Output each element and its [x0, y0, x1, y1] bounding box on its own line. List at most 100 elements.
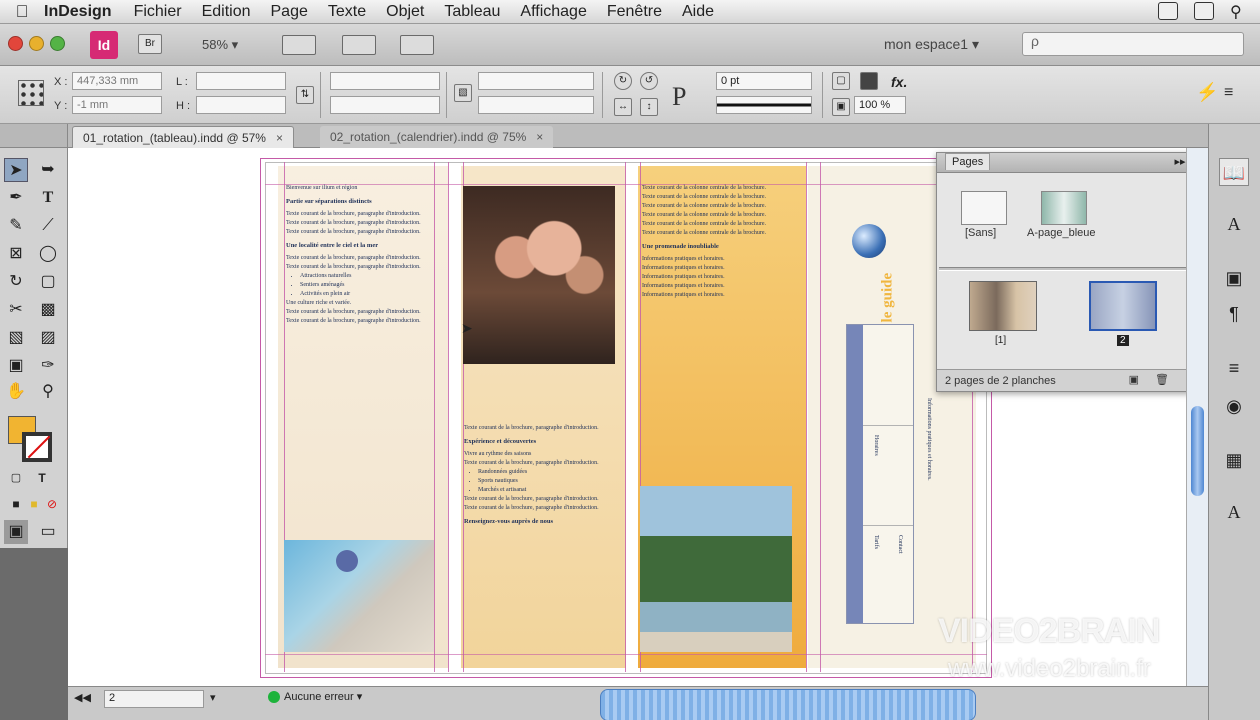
close-icon[interactable]: ×: [536, 130, 543, 144]
tab-01-rotation-tableau[interactable]: 01_rotation_(tableau).indd @ 57% ×: [72, 126, 294, 148]
menu-aide[interactable]: Aide: [682, 3, 714, 21]
column-3-text[interactable]: Texte courant de la colonne centrale de …: [642, 184, 790, 300]
display-icon[interactable]: [1194, 2, 1214, 20]
workspace-switcher[interactable]: mon espace1 ▾: [884, 36, 979, 53]
screen-mode-button[interactable]: [342, 35, 376, 55]
vertical-scroll-thumb[interactable]: [1191, 406, 1204, 496]
menu-objet[interactable]: Objet: [386, 3, 424, 21]
map-image[interactable]: [284, 540, 434, 652]
drop-shadow-icon[interactable]: [860, 72, 878, 90]
normal-view-mode-icon[interactable]: ▣: [4, 520, 28, 544]
rotate-tool-icon[interactable]: ↻: [4, 270, 28, 294]
x-position-field[interactable]: 447,333 mm: [72, 72, 162, 90]
stroke-type-dropdown[interactable]: [716, 96, 812, 114]
type-tool-icon[interactable]: T: [36, 186, 60, 210]
note-tool-icon[interactable]: ▣: [4, 354, 28, 378]
arrange-documents-button[interactable]: [400, 35, 434, 55]
formatting-container-icon[interactable]: ▢: [4, 466, 28, 490]
gradient-feather-tool-icon[interactable]: ▨: [36, 326, 60, 350]
zoom-window-button[interactable]: [50, 36, 65, 51]
constrain-scale-icon[interactable]: ▧: [454, 84, 472, 102]
masters-divider[interactable]: [939, 267, 1189, 271]
reference-point-icon[interactable]: [18, 80, 44, 106]
group-photo-image[interactable]: [463, 186, 615, 364]
tab-02-rotation-calendrier[interactable]: 02_rotation_(calendrier).indd @ 75% ×: [320, 126, 554, 148]
master-a-page-bleue-thumbnail[interactable]: [1041, 191, 1087, 225]
flip-horizontal-icon[interactable]: ↔: [614, 98, 632, 116]
vertical-scrollbar[interactable]: [1186, 148, 1208, 686]
pages-panel-icon[interactable]: 📖: [1219, 158, 1249, 186]
direct-selection-tool-icon[interactable]: ➥: [36, 158, 60, 182]
column-1-text[interactable]: Bienvenue sur ilium et région Partie sur…: [286, 184, 434, 326]
bridge-icon[interactable]: Br: [138, 34, 162, 54]
rotate-counterclockwise-icon[interactable]: ↺: [640, 72, 658, 90]
hand-tool-icon[interactable]: ✋: [4, 380, 28, 404]
flip-vertical-icon[interactable]: ↕: [640, 98, 658, 116]
stroke-swatch[interactable]: [22, 432, 52, 462]
search-field[interactable]: ρ: [1022, 32, 1244, 56]
text-wrap-panel-icon[interactable]: A: [1219, 498, 1249, 526]
minimize-window-button[interactable]: [29, 36, 44, 51]
stroke-panel-icon[interactable]: ≡: [1219, 354, 1249, 382]
ellipse-tool-icon[interactable]: ◯: [36, 242, 60, 266]
info-table[interactable]: Horaires Tarifs Contact: [846, 324, 914, 624]
shear-angle-field[interactable]: [478, 96, 594, 114]
constrain-proportions-icon[interactable]: ⇅: [296, 86, 314, 104]
preview-mode-icon[interactable]: ▭: [36, 520, 60, 544]
window-icon[interactable]: [1158, 2, 1178, 20]
master-none-thumbnail[interactable]: [961, 191, 1007, 225]
select-container-icon[interactable]: ▢: [832, 72, 850, 90]
y-position-field[interactable]: -1 mm: [72, 96, 162, 114]
scale-x-field[interactable]: [330, 72, 440, 90]
menu-edition[interactable]: Edition: [202, 3, 251, 21]
page-dropdown-icon[interactable]: ▾: [210, 691, 216, 704]
pages-panel-tab[interactable]: Pages: [945, 153, 991, 170]
pen-tool-icon[interactable]: ✒: [4, 186, 28, 210]
rotate-clockwise-icon[interactable]: ↻: [614, 72, 632, 90]
scissors-tool-icon[interactable]: ✂: [4, 298, 28, 322]
rotation-angle-field[interactable]: [478, 72, 594, 90]
zoom-level-dropdown[interactable]: 58% ▾: [202, 37, 238, 53]
line-tool-icon[interactable]: ⟋: [36, 214, 60, 238]
swatches-panel-icon[interactable]: ◉: [1219, 392, 1249, 420]
first-page-icon[interactable]: ◀◀: [74, 691, 91, 704]
page-number-field[interactable]: 2: [104, 690, 204, 708]
paragraph-panel-icon[interactable]: ¶: [1219, 300, 1249, 328]
width-field[interactable]: [196, 72, 286, 90]
spread-1-thumbnail[interactable]: [969, 281, 1037, 331]
vertical-text-block[interactable]: Informations pratiques et horaires.: [926, 398, 932, 598]
menu-page[interactable]: Page: [271, 3, 308, 21]
selection-tool-icon[interactable]: ➤: [4, 158, 28, 182]
lightning-icon[interactable]: ⚡: [1196, 82, 1218, 103]
gradient-tool-icon[interactable]: ▧: [4, 326, 28, 350]
close-icon[interactable]: ×: [276, 131, 283, 145]
menu-affichage[interactable]: Affichage: [520, 3, 586, 21]
delete-page-icon[interactable]: 🗑: [1155, 373, 1169, 386]
menu-texte[interactable]: Texte: [328, 3, 366, 21]
menu-fenetre[interactable]: Fenêtre: [607, 3, 662, 21]
character-panel-icon[interactable]: A: [1219, 210, 1249, 238]
apply-none-icon[interactable]: ⊘: [40, 492, 64, 516]
menu-app-indesign[interactable]: InDesign: [44, 3, 112, 21]
spotlight-search-icon[interactable]: ⚲: [1230, 2, 1250, 21]
menu-tableau[interactable]: Tableau: [444, 3, 500, 21]
menu-fichier[interactable]: Fichier: [134, 3, 182, 21]
free-transform-tool-icon[interactable]: ▩: [36, 298, 60, 322]
pencil-tool-icon[interactable]: ✎: [4, 214, 28, 238]
zoom-tool-icon[interactable]: ⚲: [36, 380, 60, 404]
apple-menu-icon[interactable]: : [0, 2, 44, 22]
rectangle-frame-tool-icon[interactable]: ⊠: [4, 242, 28, 266]
opacity-field[interactable]: 100 %: [854, 96, 906, 114]
beach-photo-image[interactable]: [640, 486, 792, 652]
close-window-button[interactable]: [8, 36, 23, 51]
effects-fx-icon[interactable]: fx.: [891, 74, 907, 90]
stroke-weight-field[interactable]: 0 pt: [716, 72, 812, 90]
preflight-status[interactable]: Aucune erreur ▾: [268, 690, 362, 704]
view-options-button[interactable]: [282, 35, 316, 55]
indesign-app-icon[interactable]: Id: [90, 31, 118, 59]
horizontal-scroll-thumb[interactable]: [600, 689, 976, 720]
scale-tool-icon[interactable]: ▢: [36, 270, 60, 294]
formatting-text-icon[interactable]: T: [30, 466, 54, 490]
table-panel-icon[interactable]: ▦: [1219, 446, 1249, 474]
height-field[interactable]: [196, 96, 286, 114]
